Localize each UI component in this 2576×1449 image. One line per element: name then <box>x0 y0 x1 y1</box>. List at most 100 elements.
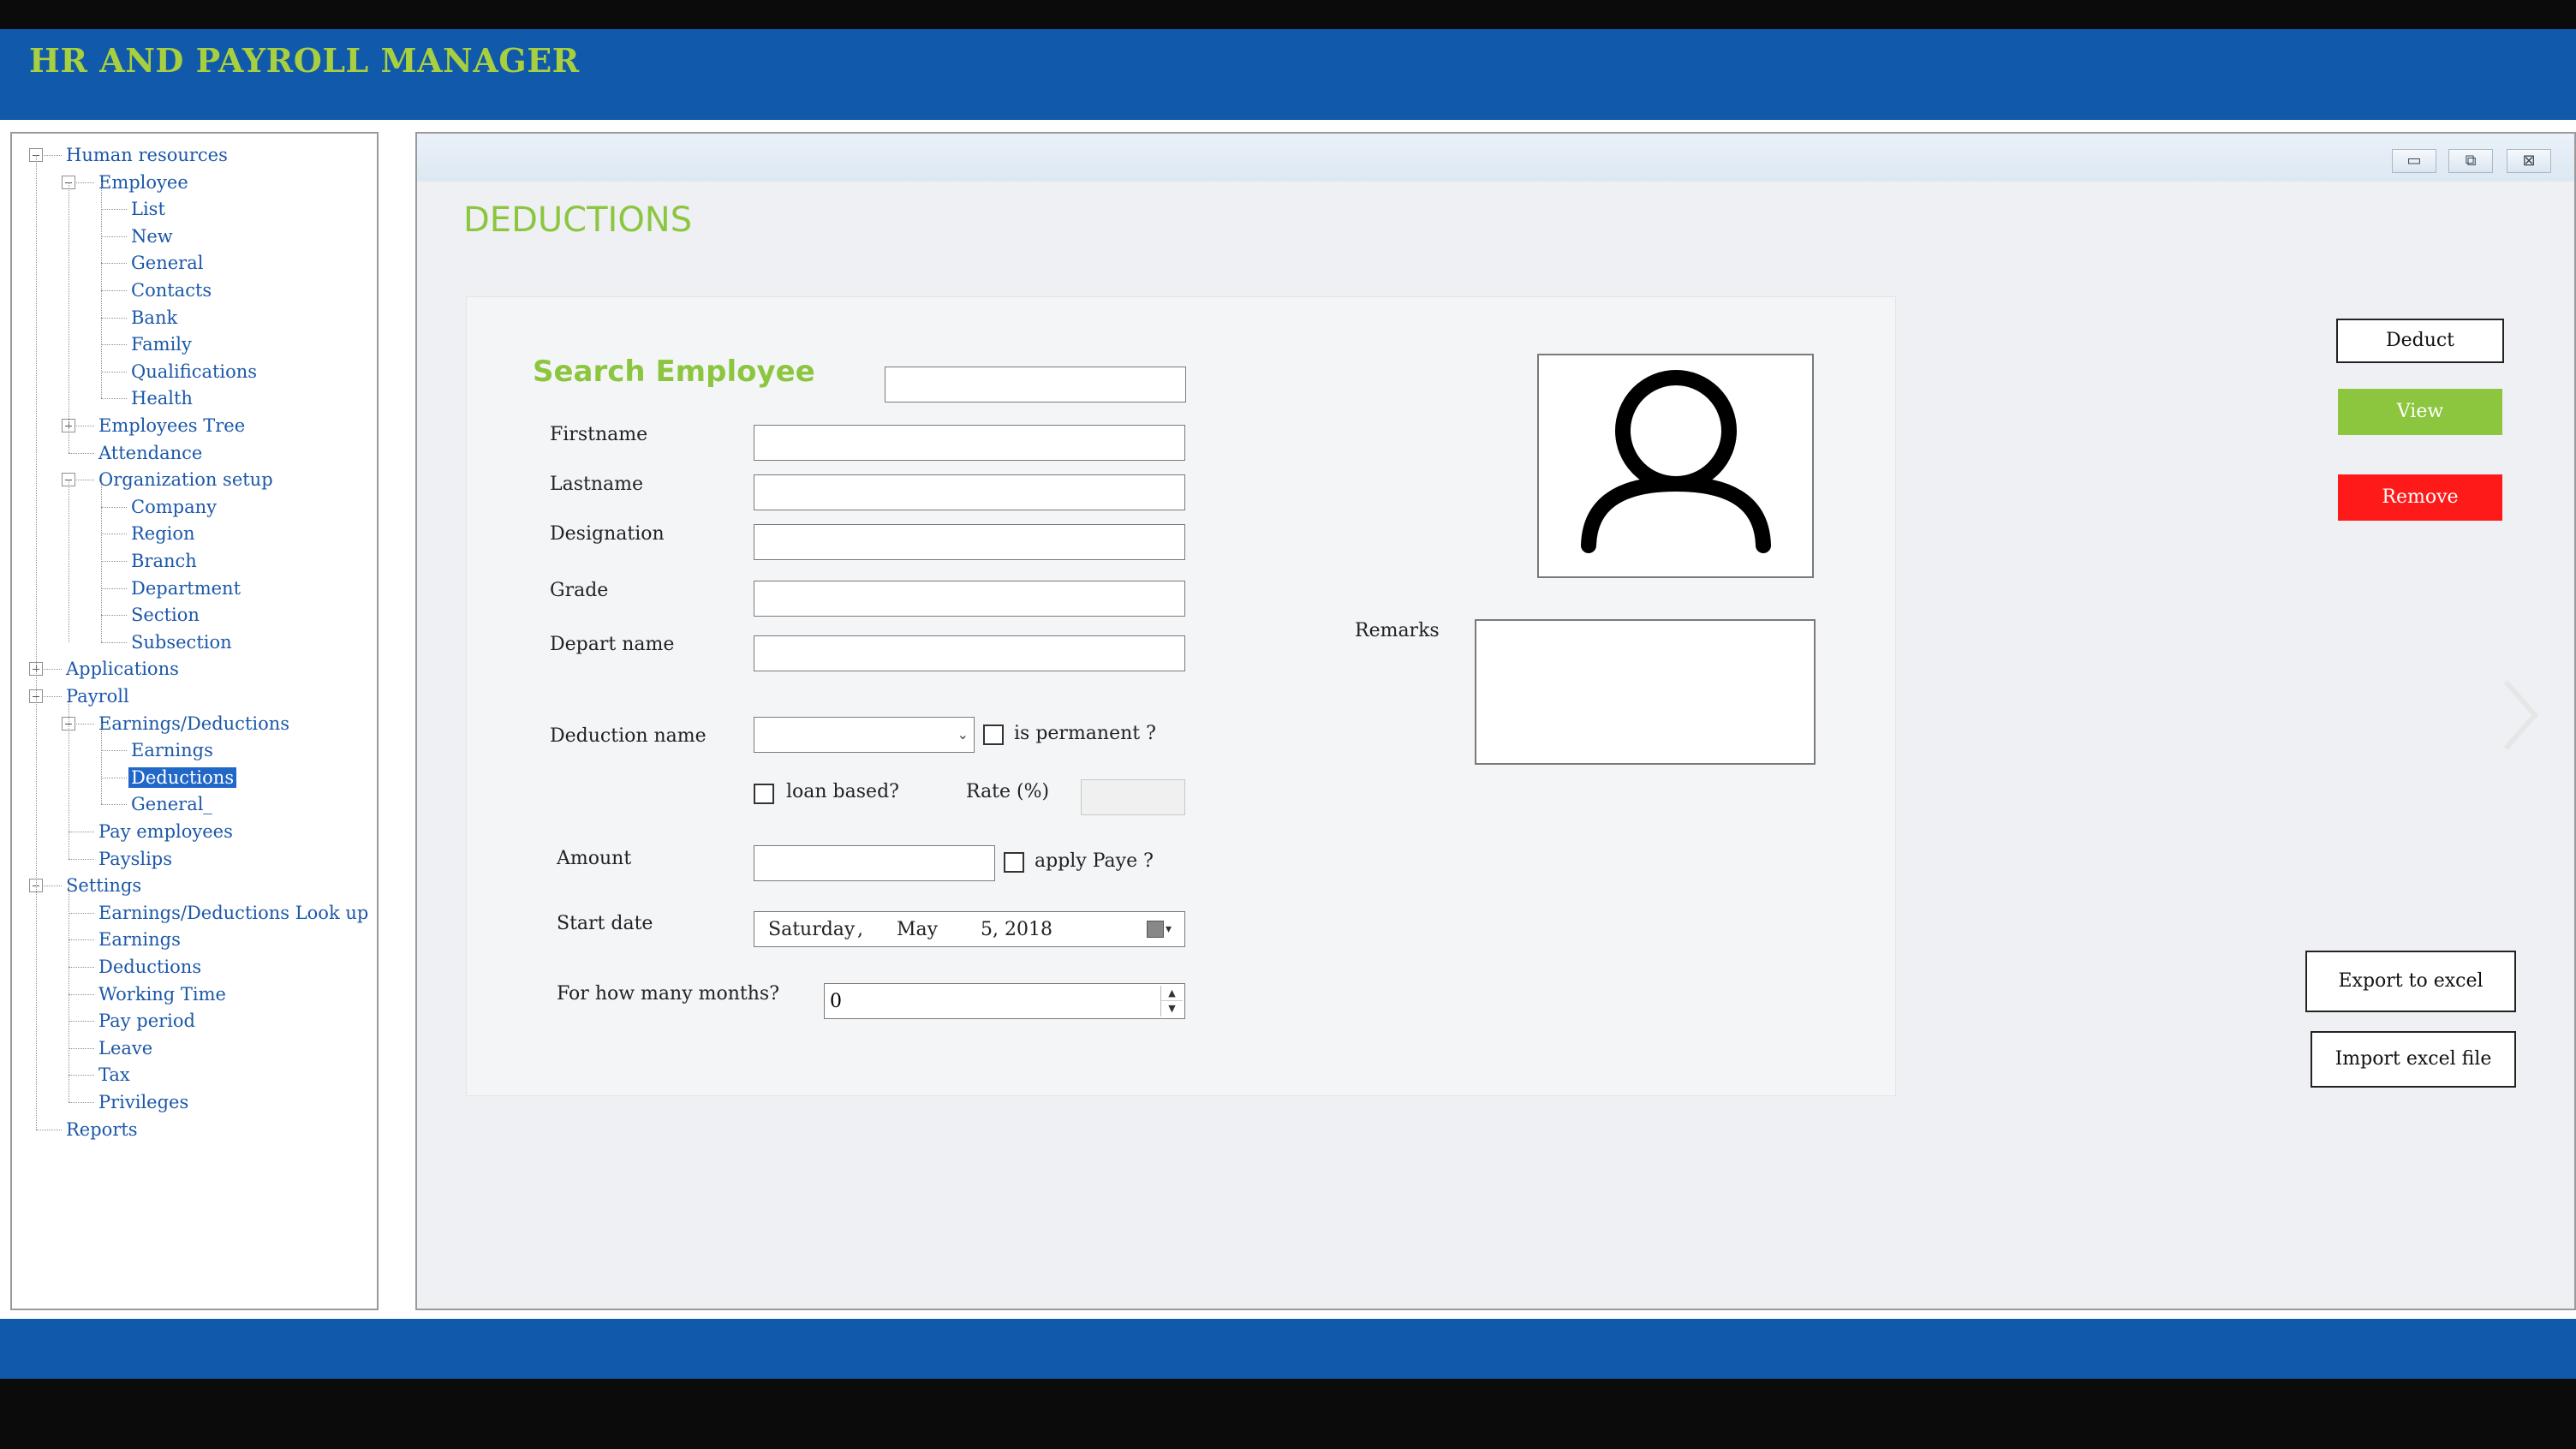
tree-item-privileges[interactable]: Privileges <box>96 1089 191 1115</box>
firstname-input[interactable] <box>754 425 1185 461</box>
tree-item-section[interactable]: Section <box>128 602 202 628</box>
tree-item-new[interactable]: New <box>128 224 176 249</box>
search-employee-input[interactable] <box>885 367 1186 402</box>
navigation-tree-panel[interactable]: Human resources Employee List New General Con… <box>10 132 379 1310</box>
tree-item-human-resources[interactable]: Human resources <box>63 142 230 168</box>
deduction-name-select[interactable]: ⌄ <box>754 717 975 753</box>
tree-item-payslips[interactable]: Payslips <box>96 846 175 872</box>
tree-item-label: Company <box>131 496 217 517</box>
tree-item-tax[interactable]: Tax <box>96 1062 133 1088</box>
tree-connector <box>101 290 127 291</box>
bottom-letterbox <box>0 1379 2576 1449</box>
tree-connector <box>69 1047 94 1049</box>
window-titlebar[interactable]: ▭ ⧉ ⊠ <box>417 134 2574 182</box>
deduct-button[interactable]: Deduct <box>2336 319 2504 363</box>
tree-connector <box>101 317 127 319</box>
apply-paye-checkbox[interactable] <box>1004 852 1024 873</box>
tree-item-payroll[interactable]: Payroll <box>63 683 132 709</box>
tree-item-general[interactable]: General_ <box>128 791 215 817</box>
tree-item-qualifications[interactable]: Qualifications <box>128 359 259 385</box>
navigation-tree[interactable]: Human resources Employee List New General Con… <box>12 134 377 1309</box>
stepper-down-icon[interactable]: ▼ <box>1161 1001 1183 1017</box>
is-permanent-checkbox[interactable] <box>983 724 1004 745</box>
grade-input[interactable] <box>754 581 1185 617</box>
tree-item-health[interactable]: Health <box>128 385 195 411</box>
tree-item-reports[interactable]: Reports <box>63 1117 140 1142</box>
search-employee-label: Search Employee <box>533 355 815 389</box>
maximize-icon[interactable]: ⧉ <box>2448 149 2493 173</box>
loan-based-checkbox[interactable] <box>754 784 774 804</box>
tree-connector <box>69 452 94 454</box>
status-bar <box>0 1319 2576 1379</box>
tree-item-label: List <box>131 199 165 220</box>
start-date-picker[interactable]: Saturday , May 5, 2018 ▾ <box>754 911 1185 947</box>
tree-item-deductions[interactable]: Deductions <box>128 765 237 790</box>
tree-item-contacts[interactable]: Contacts <box>128 277 214 303</box>
tree-item-label: Payslips <box>98 848 172 869</box>
tree-item-label: Privileges <box>98 1092 189 1112</box>
close-icon[interactable]: ⊠ <box>2507 149 2551 173</box>
tree-item-label: Qualifications <box>131 361 258 382</box>
page-title: DEDUCTIONS <box>463 200 693 240</box>
tree-item-leave[interactable]: Leave <box>96 1035 155 1061</box>
tree-item-label: Settings <box>66 875 142 897</box>
tree-item-attendance[interactable]: Attendance <box>96 440 205 466</box>
tree-guide-line <box>101 182 102 399</box>
tree-item-label: Reports <box>66 1118 138 1140</box>
tree-item-region[interactable]: Region <box>128 521 198 546</box>
tree-item-deductions[interactable]: Deductions <box>96 954 204 980</box>
tree-item-label: General_ <box>131 794 212 815</box>
stepper-up-icon[interactable]: ▲ <box>1161 986 1183 1001</box>
tree-item-label: Pay employees <box>98 821 233 842</box>
remarks-textarea[interactable] <box>1475 619 1816 765</box>
designation-input[interactable] <box>754 524 1185 560</box>
amount-input[interactable] <box>754 845 995 881</box>
tree-connector <box>69 1075 94 1076</box>
export-to-excel-button[interactable]: Export to excel <box>2305 951 2516 1012</box>
tree-item-earnings[interactable]: Earnings <box>96 927 183 952</box>
rate-input[interactable] <box>1081 779 1185 815</box>
tree-item-earnings-deductions-look-up[interactable]: Earnings/Deductions Look up <box>96 900 371 926</box>
tree-item-employees-tree[interactable]: Employees Tree <box>96 413 247 438</box>
tree-item-organization-setup[interactable]: Organization setup <box>96 467 276 492</box>
tree-item-applications[interactable]: Applications <box>63 656 182 682</box>
start-date-month: May <box>897 919 939 940</box>
calendar-dropdown-icon[interactable]: ▾ <box>1147 921 1178 939</box>
tree-item-branch[interactable]: Branch <box>128 548 200 574</box>
lastname-input[interactable] <box>754 474 1185 510</box>
tree-item-label: Deductions <box>98 957 202 977</box>
tree-item-earnings[interactable]: Earnings <box>128 737 216 763</box>
depart-name-input[interactable] <box>754 635 1185 671</box>
remove-button[interactable]: Remove <box>2338 474 2502 521</box>
import-excel-file-button[interactable]: Import excel file <box>2311 1031 2516 1088</box>
tree-item-pay-period[interactable]: Pay period <box>96 1008 198 1034</box>
tree-item-list[interactable]: List <box>128 196 168 222</box>
tree-item-label: New <box>131 225 173 247</box>
tree-item-pay-employees[interactable]: Pay employees <box>96 819 236 844</box>
months-stepper[interactable]: 0 ▲ ▼ <box>824 983 1185 1019</box>
view-button[interactable]: View <box>2338 389 2502 435</box>
depart-name-label: Depart name <box>550 634 675 655</box>
chevron-right-icon[interactable] <box>2499 677 2542 757</box>
tree-item-subsection[interactable]: Subsection <box>128 629 235 655</box>
tree-item-department[interactable]: Department <box>128 575 243 601</box>
tree-item-general[interactable]: General <box>128 250 206 276</box>
tree-item-bank[interactable]: Bank <box>128 305 180 331</box>
tree-item-label: Contacts <box>131 280 212 301</box>
tree-item-working-time[interactable]: Working Time <box>96 981 229 1007</box>
firstname-label: Firstname <box>550 424 648 445</box>
tree-item-family[interactable]: Family <box>128 331 194 357</box>
tree-item-settings[interactable]: Settings <box>63 873 144 898</box>
tree-item-label: Branch <box>131 551 197 571</box>
tree-item-label: Earnings/Deductions <box>98 713 290 734</box>
tree-connector <box>101 561 127 562</box>
minimize-icon[interactable]: ▭ <box>2392 149 2436 173</box>
tree-item-label: Section <box>131 605 200 626</box>
tree-item-company[interactable]: Company <box>128 494 219 520</box>
tree-item-employee[interactable]: Employee <box>96 170 191 195</box>
tree-item-label: Bank <box>131 307 178 328</box>
tree-item-label: Employees Tree <box>98 415 246 436</box>
tree-connector <box>101 263 127 265</box>
tree-item-earnings-deductions[interactable]: Earnings/Deductions <box>96 711 292 736</box>
tree-item-label: Deductions <box>128 766 237 788</box>
